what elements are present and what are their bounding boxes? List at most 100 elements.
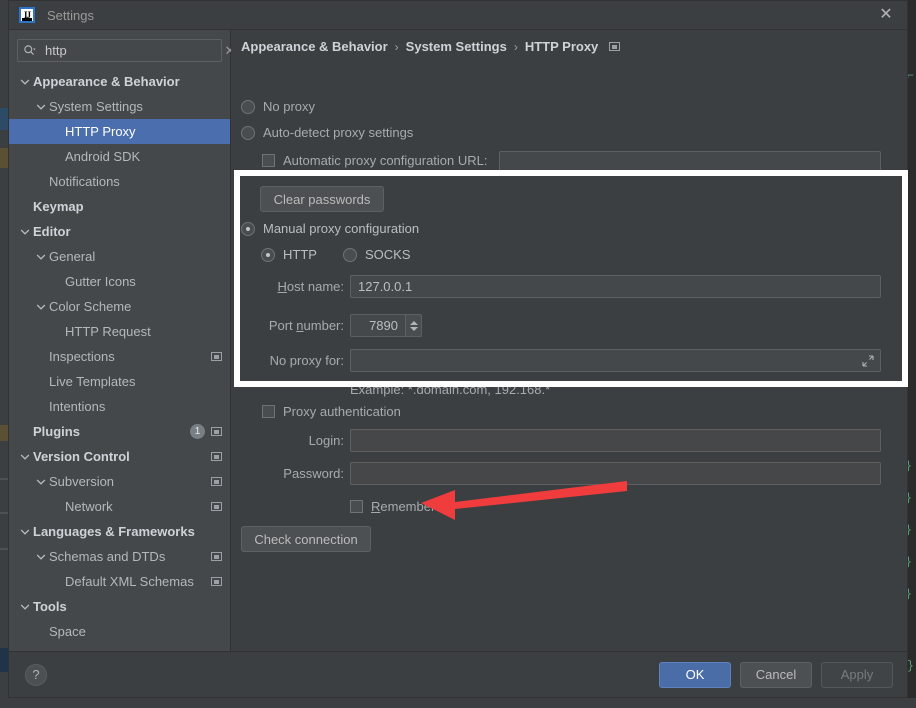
close-icon[interactable]: ✕ xyxy=(875,5,897,25)
breadcrumb-part-1[interactable]: Appearance & Behavior xyxy=(241,39,388,54)
sidebar-item-plugins[interactable]: Plugins 1 xyxy=(9,419,230,444)
sidebar-item-label: Notifications xyxy=(49,174,120,189)
no-proxy-row[interactable]: No proxy xyxy=(241,99,315,114)
auto-config-url-row[interactable]: Automatic proxy configuration URL: xyxy=(262,153,487,168)
sidebar-item-label: Editor xyxy=(33,224,71,239)
spinner-down-icon[interactable] xyxy=(409,326,418,331)
breadcrumb-part-2[interactable]: System Settings xyxy=(406,39,507,54)
apply-button[interactable]: Apply xyxy=(821,661,893,688)
http-label: HTTP xyxy=(283,247,317,262)
sidebar-item-android-sdk[interactable]: Android SDK xyxy=(9,144,230,169)
chevron-down-icon[interactable] xyxy=(19,76,31,88)
settings-dialog: IJ Settings ✕ ✕ Appearance & Behavior Sys… xyxy=(8,0,908,698)
password-input[interactable] xyxy=(350,462,881,485)
cancel-button[interactable]: Cancel xyxy=(740,661,812,688)
no-proxy-for-input[interactable] xyxy=(350,349,881,372)
auto-detect-radio[interactable] xyxy=(241,125,255,140)
sidebar-item-general[interactable]: General xyxy=(9,244,230,269)
sidebar-item-gutter-icons[interactable]: Gutter Icons xyxy=(9,269,230,294)
auto-config-url-label: Automatic proxy configuration URL: xyxy=(283,153,488,168)
help-button[interactable]: ? xyxy=(25,663,47,686)
sidebar-item-network[interactable]: Network xyxy=(9,494,230,519)
login-input[interactable] xyxy=(350,429,881,452)
chevron-down-icon[interactable] xyxy=(35,251,47,263)
http-radio-row[interactable]: HTTP xyxy=(261,247,317,262)
sidebar-item-subversion[interactable]: Subversion xyxy=(9,469,230,494)
remember-checkbox[interactable] xyxy=(350,500,363,513)
project-scope-icon[interactable] xyxy=(211,477,222,486)
port-number-spinner-buttons[interactable] xyxy=(405,314,422,337)
chevron-down-icon[interactable] xyxy=(19,226,31,238)
sidebar-item-label: HTTP Proxy xyxy=(65,124,136,139)
sidebar-item-appearance-behavior[interactable]: Appearance & Behavior xyxy=(9,69,230,94)
settings-sidebar: ✕ Appearance & Behavior System Settings HT… xyxy=(9,30,235,651)
chevron-down-icon[interactable] xyxy=(19,601,31,613)
sidebar-item-http-proxy[interactable]: HTTP Proxy xyxy=(9,119,230,144)
dialog-action-buttons: OK Cancel Apply xyxy=(659,661,893,688)
sidebar-item-http-request[interactable]: HTTP Request xyxy=(9,319,230,344)
sidebar-item-editor[interactable]: Editor xyxy=(9,219,230,244)
dialog-footer: ? OK Cancel Apply xyxy=(9,651,907,697)
clear-passwords-button[interactable]: Clear passwords xyxy=(260,186,384,212)
sidebar-item-color-scheme[interactable]: Color Scheme xyxy=(9,294,230,319)
sidebar-item-badge: 1 xyxy=(190,424,205,439)
http-radio[interactable] xyxy=(261,247,275,262)
expand-icon[interactable] xyxy=(862,355,874,367)
search-box[interactable]: ✕ xyxy=(17,39,235,62)
sidebar-item-version-control[interactable]: Version Control xyxy=(9,444,230,469)
host-name-input[interactable]: 127.0.0.1 xyxy=(350,275,881,298)
sidebar-item-keymap[interactable]: Keymap xyxy=(9,194,230,219)
sidebar-item-label: Plugins xyxy=(33,424,80,439)
auto-config-url-input[interactable] xyxy=(499,151,881,174)
check-connection-button[interactable]: Check connection xyxy=(241,526,371,552)
sidebar-item-schemas-and-dtds[interactable]: Schemas and DTDs xyxy=(9,544,230,569)
chevron-down-icon[interactable] xyxy=(35,301,47,313)
ok-button[interactable]: OK xyxy=(659,661,731,688)
sidebar-item-system-settings[interactable]: System Settings xyxy=(9,94,230,119)
sidebar-item-languages-frameworks[interactable]: Languages & Frameworks xyxy=(9,519,230,544)
proxy-auth-row[interactable]: Proxy authentication xyxy=(262,404,401,419)
search-input[interactable] xyxy=(43,42,223,59)
chevron-down-icon[interactable] xyxy=(35,551,47,563)
socks-radio[interactable] xyxy=(343,247,357,262)
project-scope-icon[interactable] xyxy=(211,452,222,461)
project-scope-icon[interactable] xyxy=(211,552,222,561)
project-scope-icon[interactable] xyxy=(609,42,621,51)
project-scope-icon[interactable] xyxy=(211,352,222,361)
spinner-up-icon[interactable] xyxy=(409,320,418,325)
project-scope-icon[interactable] xyxy=(211,502,222,511)
manual-proxy-radio[interactable] xyxy=(241,221,255,236)
no-proxy-radio[interactable] xyxy=(241,99,255,114)
auto-config-url-checkbox[interactable] xyxy=(262,154,275,167)
sidebar-item-tools[interactable]: Tools xyxy=(9,594,230,619)
host-name-label: Host name: xyxy=(277,279,344,294)
remember-row[interactable]: Remember xyxy=(350,499,435,514)
breadcrumb-separator: › xyxy=(513,39,518,54)
breadcrumb: Appearance & Behavior › System Settings … xyxy=(241,39,621,54)
sidebar-item-notifications[interactable]: Notifications xyxy=(9,169,230,194)
auto-detect-row[interactable]: Auto-detect proxy settings xyxy=(241,125,413,140)
project-scope-icon[interactable] xyxy=(211,427,222,436)
chevron-down-icon[interactable] xyxy=(35,476,47,488)
sidebar-item-label: Default XML Schemas xyxy=(65,574,194,589)
proxy-auth-label: Proxy authentication xyxy=(283,404,401,419)
sidebar-item-intentions[interactable]: Intentions xyxy=(9,394,230,419)
project-scope-icon[interactable] xyxy=(211,577,222,586)
port-number-value[interactable]: 7890 xyxy=(350,314,405,337)
sidebar-item-live-templates[interactable]: Live Templates xyxy=(9,369,230,394)
chevron-down-icon[interactable] xyxy=(35,101,47,113)
sidebar-item-label: Android SDK xyxy=(65,149,141,164)
chevron-down-icon[interactable] xyxy=(19,526,31,538)
no-proxy-for-label: No proxy for: xyxy=(269,353,344,368)
password-label: Password: xyxy=(283,466,344,481)
port-number-stepper[interactable]: 7890 xyxy=(350,314,422,337)
sidebar-item-default-xml-schemas[interactable]: Default XML Schemas xyxy=(9,569,230,594)
sidebar-item-space[interactable]: Space xyxy=(9,619,230,644)
sidebar-item-label: System Settings xyxy=(49,99,143,114)
socks-radio-row[interactable]: SOCKS xyxy=(343,247,411,262)
sidebar-item-inspections[interactable]: Inspections xyxy=(9,344,230,369)
chevron-down-icon[interactable] xyxy=(19,451,31,463)
proxy-auth-checkbox[interactable] xyxy=(262,405,275,418)
manual-proxy-row[interactable]: Manual proxy configuration xyxy=(241,221,419,236)
clear-passwords-label: Clear passwords xyxy=(273,191,371,207)
